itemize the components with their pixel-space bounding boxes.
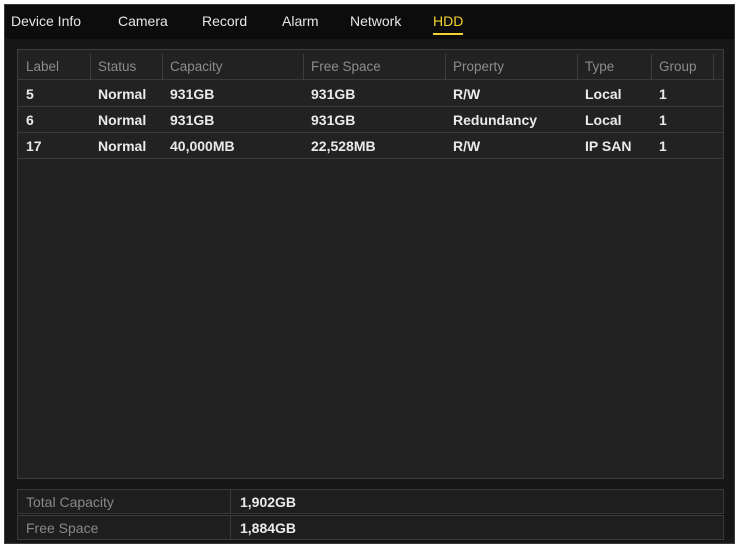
tab-label: HDD: [433, 13, 464, 29]
cell-group: 1: [659, 138, 667, 154]
cell-group: 1: [659, 86, 667, 102]
column-header-type[interactable]: Type: [585, 59, 614, 74]
hdd-panel: Device Info Camera Record Alarm Network …: [4, 4, 735, 544]
table-header-row: Label Status Capacity Free Space Propert…: [18, 54, 723, 80]
total-capacity-value: 1,902GB: [240, 494, 297, 510]
summary-divider: [230, 516, 231, 539]
cell-capacity: 40,000MB: [170, 138, 235, 154]
tab-record[interactable]: Record: [202, 13, 247, 29]
cell-status: Normal: [98, 86, 147, 102]
column-header-capacity[interactable]: Capacity: [170, 59, 223, 74]
tab-network[interactable]: Network: [350, 13, 401, 29]
cell-property: Redundancy: [453, 112, 538, 128]
cell-free-space: 931GB: [311, 86, 356, 102]
table-row[interactable]: 17 Normal 40,000MB 22,528MB R/W IP SAN 1: [18, 133, 723, 159]
hdd-table: Label Status Capacity Free Space Propert…: [17, 49, 724, 479]
column-header-free-space[interactable]: Free Space: [311, 59, 381, 74]
tab-label: Alarm: [282, 13, 319, 29]
column-header-property[interactable]: Property: [453, 59, 504, 74]
column-header-status[interactable]: Status: [98, 59, 136, 74]
cell-capacity: 931GB: [170, 112, 215, 128]
tab-label: Device Info: [11, 13, 82, 29]
cell-label: 5: [26, 86, 34, 102]
tab-bar: Device Info Camera Record Alarm Network …: [5, 5, 734, 39]
column-header-label[interactable]: Label: [26, 59, 59, 74]
tab-label: Camera: [118, 13, 168, 29]
cell-free-space: 931GB: [311, 112, 356, 128]
tab-alarm[interactable]: Alarm: [282, 13, 319, 29]
tab-label: Record: [202, 13, 248, 29]
column-header-group[interactable]: Group: [659, 59, 697, 74]
free-space-row: Free Space 1,884GB: [17, 515, 724, 540]
tab-device-info[interactable]: Device Info: [11, 13, 81, 29]
total-capacity-label: Total Capacity: [26, 494, 114, 510]
cell-group: 1: [659, 112, 667, 128]
column-divider: [445, 54, 446, 80]
cell-free-space: 22,528MB: [311, 138, 376, 154]
cell-status: Normal: [98, 138, 147, 154]
column-divider: [90, 54, 91, 80]
tab-camera[interactable]: Camera: [118, 13, 168, 29]
column-divider: [303, 54, 304, 80]
column-divider: [577, 54, 578, 80]
cell-property: R/W: [453, 86, 481, 102]
table-row[interactable]: 5 Normal 931GB 931GB R/W Local 1: [18, 81, 723, 107]
table-row[interactable]: 6 Normal 931GB 931GB Redundancy Local 1: [18, 107, 723, 133]
column-divider: [651, 54, 652, 80]
free-space-label: Free Space: [26, 520, 99, 536]
tab-label: Network: [350, 13, 402, 29]
summary-divider: [230, 490, 231, 513]
cell-type: IP SAN: [585, 138, 632, 154]
cell-label: 17: [26, 138, 42, 154]
cell-type: Local: [585, 86, 622, 102]
cell-property: R/W: [453, 138, 481, 154]
active-tab-underline: [433, 33, 464, 35]
cell-status: Normal: [98, 112, 147, 128]
total-capacity-row: Total Capacity 1,902GB: [17, 489, 724, 514]
cell-capacity: 931GB: [170, 86, 215, 102]
column-divider: [162, 54, 163, 80]
tab-hdd[interactable]: HDD: [433, 13, 464, 35]
cell-type: Local: [585, 112, 622, 128]
free-space-value: 1,884GB: [240, 520, 297, 536]
column-divider: [713, 54, 714, 80]
cell-label: 6: [26, 112, 34, 128]
